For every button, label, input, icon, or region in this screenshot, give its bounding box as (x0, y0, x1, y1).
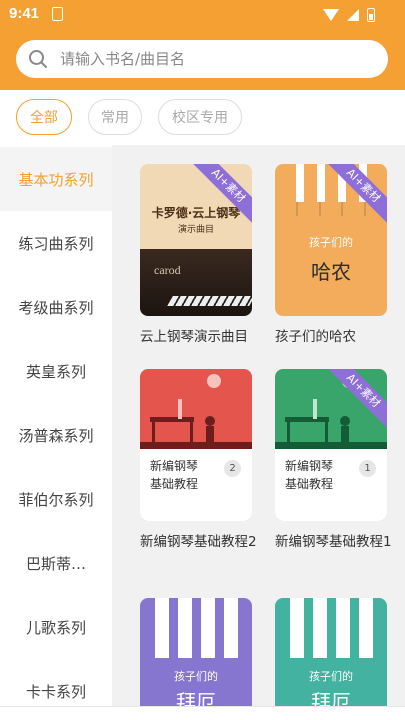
signal-icon (347, 9, 359, 21)
cover-subtitle: 基础教程 (285, 477, 334, 491)
status-bar: 9:41 (0, 0, 405, 30)
book-cover-basic-2[interactable]: 新编钢琴 基础教程 2 (140, 369, 252, 521)
cover-title: 孩子们的 (174, 670, 218, 683)
battery-icon (367, 8, 375, 22)
cover-title: 新编钢琴 (285, 459, 334, 473)
book-grid: 卡罗德·云上钢琴 演示曲目 carod AI+素材 云上钢琴演示曲目 孩子们的 … (112, 145, 405, 720)
volume-badge: 2 (224, 460, 241, 477)
cover-big-title: 哈农 (311, 260, 351, 284)
notification-icon (52, 7, 63, 21)
piano-keys-graphic (140, 598, 252, 658)
book-title[interactable]: 孩子们的哈农 (275, 328, 400, 347)
book-title[interactable]: 云上钢琴演示曲目 (140, 328, 265, 347)
book-cover-basic-1[interactable]: 新编钢琴 基础教程 1 AI+素材 (275, 369, 387, 521)
cover-title: 孩子们的 (309, 670, 353, 683)
book-cover-beyer-teal[interactable]: 孩子们的 拜厄 (275, 598, 387, 720)
sidebar-item-basics[interactable]: 基本功系列 (0, 147, 112, 211)
cover-brand: carod (154, 263, 181, 277)
piano-image: carod (140, 249, 252, 316)
category-sidebar: 基本功系列 练习曲系列 考级曲系列 英皇系列 汤普森系列 菲伯尔系列 巴斯蒂… … (0, 145, 112, 720)
sidebar-item-etudes[interactable]: 练习曲系列 (0, 211, 112, 275)
sidebar-item-abrsm[interactable]: 英皇系列 (0, 339, 112, 403)
book-title[interactable]: 新编钢琴基础教程2 (140, 533, 265, 552)
filter-chip-common[interactable]: 常用 (88, 99, 142, 135)
cover-subtitle: 基础教程 (150, 477, 199, 491)
cover-title: 孩子们的 (309, 236, 353, 249)
sidebar-item-exam[interactable]: 考级曲系列 (0, 275, 112, 339)
book-cover-demo[interactable]: 卡罗德·云上钢琴 演示曲目 carod AI+素材 (140, 164, 252, 316)
piano-scene-graphic (140, 374, 252, 449)
cover-title: 新编钢琴 (150, 459, 199, 473)
sidebar-item-nursery[interactable]: 儿歌系列 (0, 595, 112, 659)
status-time: 9:41 (9, 5, 40, 22)
book-cover-beyer-purple[interactable]: 孩子们的 拜厄 (140, 598, 252, 720)
bottom-nav[interactable] (0, 706, 405, 720)
book-title[interactable]: 新编钢琴基础教程1 (275, 533, 400, 552)
volume-badge: 1 (359, 460, 376, 477)
filter-chip-campus[interactable]: 校区专用 (158, 99, 242, 135)
piano-keys-graphic (275, 598, 387, 658)
sidebar-item-thompson[interactable]: 汤普森系列 (0, 403, 112, 467)
filter-chip-all[interactable]: 全部 (16, 99, 72, 135)
cover-subtitle: 演示曲目 (177, 225, 214, 235)
search-bar[interactable] (16, 40, 388, 78)
sidebar-item-bastien[interactable]: 巴斯蒂… (0, 531, 112, 595)
wifi-icon (323, 9, 339, 21)
book-cover-hanon[interactable]: 孩子们的 哈农 AI+素材 (275, 164, 387, 316)
search-icon (29, 50, 47, 68)
sidebar-item-faber[interactable]: 菲伯尔系列 (0, 467, 112, 531)
search-input[interactable] (60, 46, 370, 72)
